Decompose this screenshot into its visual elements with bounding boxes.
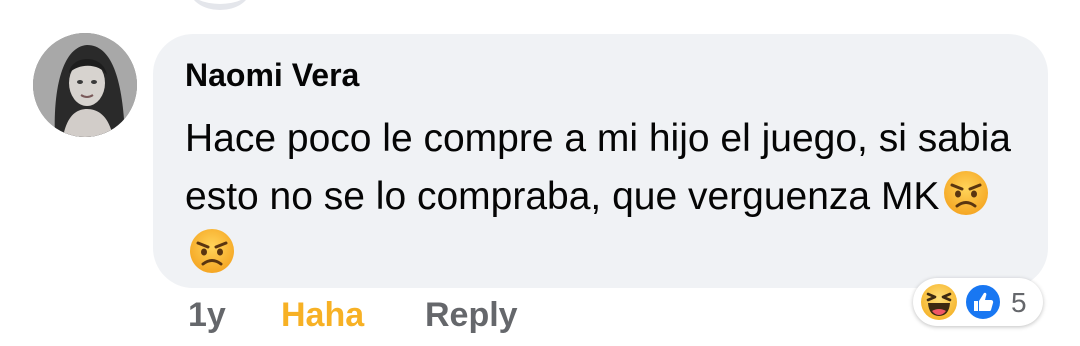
comment-text: Hace poco le compre a mi hijo el juego, … (185, 110, 1025, 284)
reaction-summary[interactable]: 5 (913, 278, 1043, 326)
angry-face-icon (944, 171, 989, 215)
comment-actions: 1y Haha Reply (188, 296, 518, 346)
avatar-photo (33, 33, 137, 137)
avatar[interactable] (33, 33, 137, 137)
previous-thread-connector (190, 0, 250, 10)
reaction-count: 5 (1011, 287, 1027, 318)
comment-body: Hace poco le compre a mi hijo el juego, … (185, 117, 1011, 218)
comment-timestamp[interactable]: 1y (188, 296, 226, 346)
haha-icon (921, 284, 957, 320)
comment-author-name[interactable]: Naomi Vera (185, 57, 359, 94)
like-icon (964, 283, 1002, 321)
reply-button[interactable]: Reply (425, 296, 518, 335)
reaction-button[interactable]: Haha (281, 296, 364, 335)
angry-face-icon (190, 229, 234, 273)
